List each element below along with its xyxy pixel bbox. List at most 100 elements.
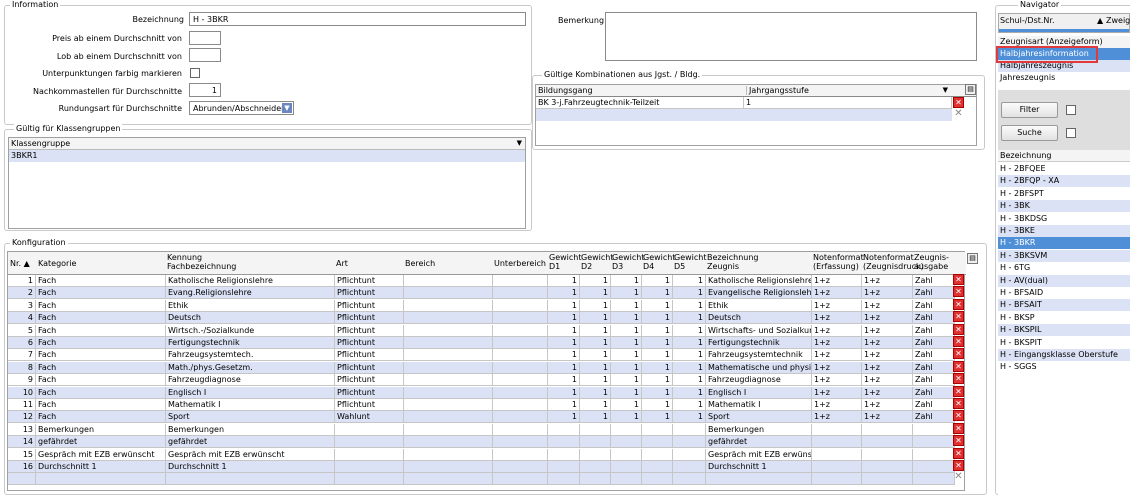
klassengruppe-row[interactable]: 3BKR1 (9, 150, 525, 162)
table-cell-g4[interactable]: 1 (673, 374, 706, 387)
table-cell-zeugnis[interactable]: Ethik (706, 299, 812, 312)
table-cell-bereich[interactable] (404, 411, 493, 424)
table-cell-nf1[interactable]: 1+z (812, 312, 862, 325)
table-cell-g4[interactable]: 1 (673, 337, 706, 349)
table-cell-g0[interactable]: 1 (548, 275, 580, 287)
table-cell-g2[interactable]: 1 (611, 287, 642, 300)
table-cell-zeugnis[interactable] (706, 473, 812, 486)
delete-icon[interactable]: ✕ (953, 398, 964, 409)
table-cell-zeugnis[interactable]: Katholische Religionslehre (706, 275, 812, 287)
table-cell-ausgabe[interactable]: Zahl (913, 275, 955, 287)
table-cell-nf1[interactable] (812, 473, 862, 486)
delete-icon[interactable]: ✕ (953, 410, 964, 422)
table-cell-bereich[interactable] (404, 349, 493, 362)
rundungsart-select[interactable]: Abrunden/Abschneiden ▼ (189, 101, 294, 115)
table-cell-nf2[interactable] (862, 423, 913, 436)
delete-icon[interactable]: ✕ (953, 373, 964, 385)
table-cell-nf1[interactable]: 1+z (812, 374, 862, 387)
navigator-item[interactable]: H - 3BKR (998, 237, 1130, 250)
table-cell-nr[interactable]: 13 (8, 423, 36, 436)
table-cell-ausgabe[interactable] (913, 473, 955, 486)
table-cell-nf2[interactable]: 1+z (862, 287, 913, 300)
navigator-item[interactable]: H - 3BK (998, 200, 1130, 213)
table-cell-g3[interactable]: 1 (642, 337, 673, 349)
delete-icon[interactable]: ✕ (953, 109, 964, 120)
table-cell-zeugnis[interactable]: Fertigungstechnik (706, 337, 812, 349)
navigator-item[interactable]: H - 2BFQP - XA (998, 175, 1130, 188)
gewicht-d4-header[interactable]: Gewicht D4 (643, 253, 676, 271)
delete-icon[interactable]: ✕ (953, 336, 964, 347)
table-cell-art[interactable]: Pflichtunt (335, 299, 404, 312)
table-cell-unterbereich[interactable] (493, 361, 548, 374)
delete-icon[interactable]: ✕ (953, 360, 964, 372)
bezeichnung-input[interactable]: H - 3BKR (189, 12, 526, 26)
table-row[interactable]: 13 Bemerkungen Bemerkungen Bemerkungen (8, 423, 955, 436)
delete-icon[interactable]: ✕ (953, 311, 964, 323)
table-cell-g2[interactable]: 1 (611, 411, 642, 424)
table-cell-nr[interactable]: 10 (8, 386, 36, 399)
table-cell-zeugnis[interactable]: Wirtschafts- und Sozialkunde (706, 324, 812, 337)
table-cell-nf1[interactable]: 1+z (812, 411, 862, 424)
delete-icon[interactable]: ✕ (953, 298, 964, 310)
table-cell-zeugnis[interactable]: Sport (706, 411, 812, 424)
table-cell-unterbereich[interactable] (493, 386, 548, 399)
jahrgangsstufe-header[interactable]: Jahrgangsstufe (746, 86, 956, 95)
table-cell-g0[interactable] (548, 423, 580, 436)
navigator-item[interactable]: H - 2BFQEE (998, 163, 1130, 175)
bemerkung-textarea[interactable] (605, 12, 977, 61)
table-cell-unterbereich[interactable] (493, 312, 548, 325)
table-cell-zeugnis[interactable]: Mathematische und physikal... (706, 361, 812, 374)
kennung-header[interactable]: Kennung Fachbezeichnung (167, 253, 236, 271)
table-cell-bereich[interactable] (404, 299, 493, 312)
table-cell-art[interactable]: Pflichtunt (335, 374, 404, 387)
table-cell-g3[interactable]: 1 (642, 399, 673, 411)
table-cell-kennung[interactable] (166, 473, 335, 486)
bezeichnung-header[interactable]: Bezeichnung (998, 150, 1130, 162)
delete-icon[interactable]: ✕ (953, 286, 964, 298)
table-cell-g0[interactable]: 1 (548, 411, 580, 424)
table-cell-art[interactable] (335, 436, 404, 449)
table-row[interactable] (8, 473, 955, 486)
table-cell-nf2[interactable]: 1+z (862, 361, 913, 374)
table-row[interactable]: 11 Fach Mathematik I Pflichtunt 1 1 1 1 1 Mathema… (8, 399, 955, 411)
table-cell-g3[interactable]: 1 (642, 374, 673, 387)
table-cell-unterbereich[interactable] (493, 411, 548, 424)
table-cell-art[interactable]: Pflichtunt (335, 324, 404, 337)
table-cell-g0[interactable] (548, 461, 580, 473)
table-cell-nf1[interactable]: 1+z (812, 299, 862, 312)
table-cell-bereich[interactable] (404, 312, 493, 325)
table-cell-unterbereich[interactable] (493, 287, 548, 300)
navigator-item[interactable]: H - SGGS (998, 361, 1130, 373)
table-cell-g0[interactable]: 1 (548, 299, 580, 312)
delete-icon[interactable]: ✕ (953, 385, 964, 397)
gewicht-d5-header[interactable]: Gewicht D5 (674, 253, 707, 271)
table-cell-g3[interactable] (642, 473, 673, 486)
unterbereich-header[interactable]: Unterbereich (494, 259, 546, 268)
table-cell-unterbereich[interactable] (493, 436, 548, 449)
table-cell-ausgabe[interactable]: Zahl (913, 361, 955, 374)
navigator-item[interactable]: H - 3BKE (998, 225, 1130, 237)
nr-header[interactable]: Nr. ▲ (10, 259, 30, 268)
table-cell-kennung[interactable]: Wirtsch.-/Sozialkunde (166, 324, 335, 337)
unterpunktungen-checkbox[interactable] (190, 68, 200, 78)
table-cell-unterbereich[interactable] (493, 299, 548, 312)
table-cell-art[interactable]: Pflichtunt (335, 399, 404, 411)
chevron-down-icon[interactable]: ▼ (943, 86, 948, 94)
klassengruppe-header[interactable]: Klassengruppe ▼ (9, 138, 525, 150)
table-cell-nr[interactable]: 7 (8, 349, 36, 362)
table-cell-kennung[interactable]: Durchschnitt 1 (166, 461, 335, 473)
table-cell-g2[interactable]: 1 (611, 324, 642, 337)
filter-checkbox[interactable] (1066, 105, 1076, 115)
table-cell-unterbereich[interactable] (493, 374, 548, 387)
table-cell-g2[interactable]: 1 (611, 386, 642, 399)
table-row[interactable]: 1 Fach Katholische Religionslehre Pflichtun… (8, 275, 955, 287)
navigator-item[interactable]: H - BFSAIT (998, 299, 1130, 312)
table-cell-bereich[interactable] (404, 399, 493, 411)
table-cell-g1[interactable] (580, 436, 611, 449)
table-cell-kategorie[interactable]: Fach (36, 374, 166, 387)
table-cell-nr[interactable]: 3 (8, 299, 36, 312)
table-cell-g0[interactable]: 1 (548, 374, 580, 387)
table-cell-kategorie[interactable]: Fach (36, 287, 166, 300)
navigator-item[interactable]: H - 3BKSVM (998, 249, 1130, 262)
table-cell-art[interactable]: Pflichtunt (335, 287, 404, 300)
